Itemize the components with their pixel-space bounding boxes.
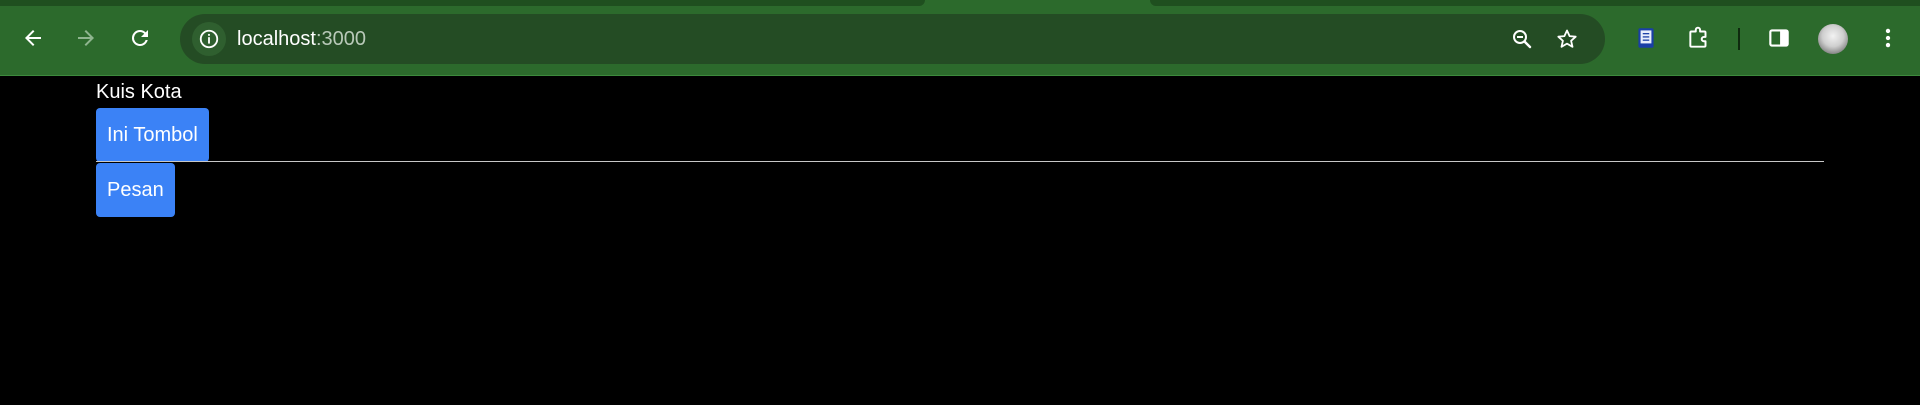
url-text[interactable]: localhost:3000 (237, 28, 366, 50)
toolbar-divider (1738, 28, 1740, 50)
ini-tombol-button[interactable]: Ini Tombol (96, 108, 209, 162)
star-icon[interactable] (1555, 27, 1579, 51)
book-icon (1638, 28, 1654, 48)
puzzle-icon (1689, 26, 1707, 48)
info-icon (199, 29, 219, 49)
page-title: Kuis Kota (96, 81, 182, 103)
extensions-button[interactable] (1683, 22, 1715, 54)
kebab-menu-icon (1885, 28, 1891, 48)
forward-button[interactable] (68, 20, 104, 56)
browser-toolbar: localhost:3000 (0, 0, 1920, 76)
site-info-button[interactable] (192, 22, 226, 56)
horizontal-divider (96, 161, 1824, 162)
address-bar[interactable]: localhost:3000 (180, 14, 1605, 64)
back-button[interactable] (15, 20, 51, 56)
tab-strip (0, 0, 925, 6)
arrow-left-icon (25, 30, 41, 46)
browser-menu-button[interactable] (1872, 22, 1904, 54)
page-content: Kuis Kota Ini Tombol Pesan (0, 77, 1920, 405)
reload-button[interactable] (122, 20, 158, 56)
side-panel-button[interactable] (1763, 22, 1795, 54)
profile-avatar[interactable] (1818, 24, 1848, 54)
reload-icon (131, 29, 148, 46)
reader-extension-button[interactable] (1630, 22, 1662, 54)
url-port: :3000 (315, 28, 366, 50)
side-panel-icon (1769, 29, 1789, 47)
arrow-right-icon (78, 30, 94, 46)
zoom-out-icon[interactable] (1510, 27, 1534, 51)
url-host: localhost (237, 28, 316, 50)
tab-strip (1150, 0, 1920, 6)
pesan-button[interactable]: Pesan (96, 163, 175, 217)
